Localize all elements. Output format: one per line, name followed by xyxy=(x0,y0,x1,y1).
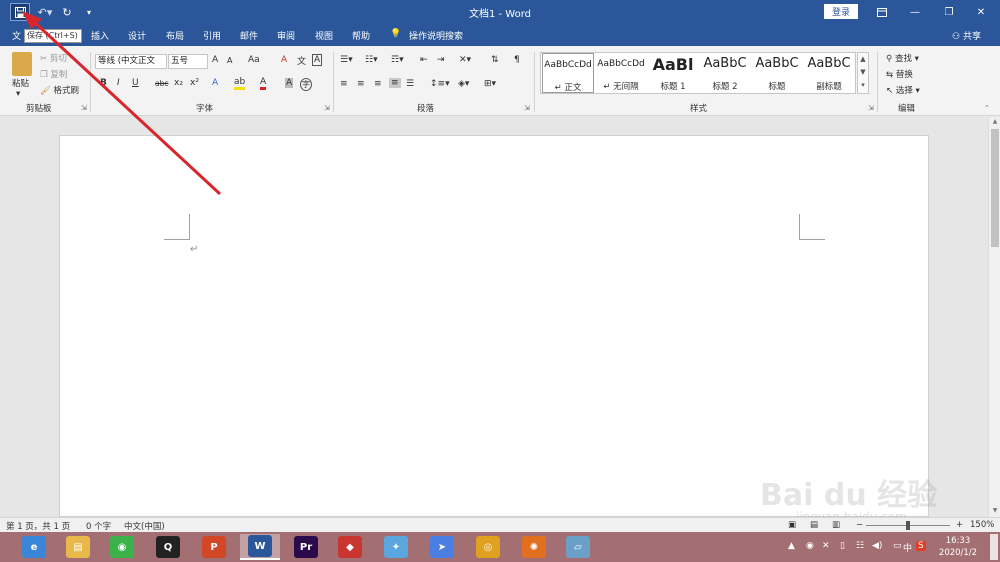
annotation-arrow xyxy=(22,11,222,196)
annotation-arrow-line xyxy=(30,18,222,196)
